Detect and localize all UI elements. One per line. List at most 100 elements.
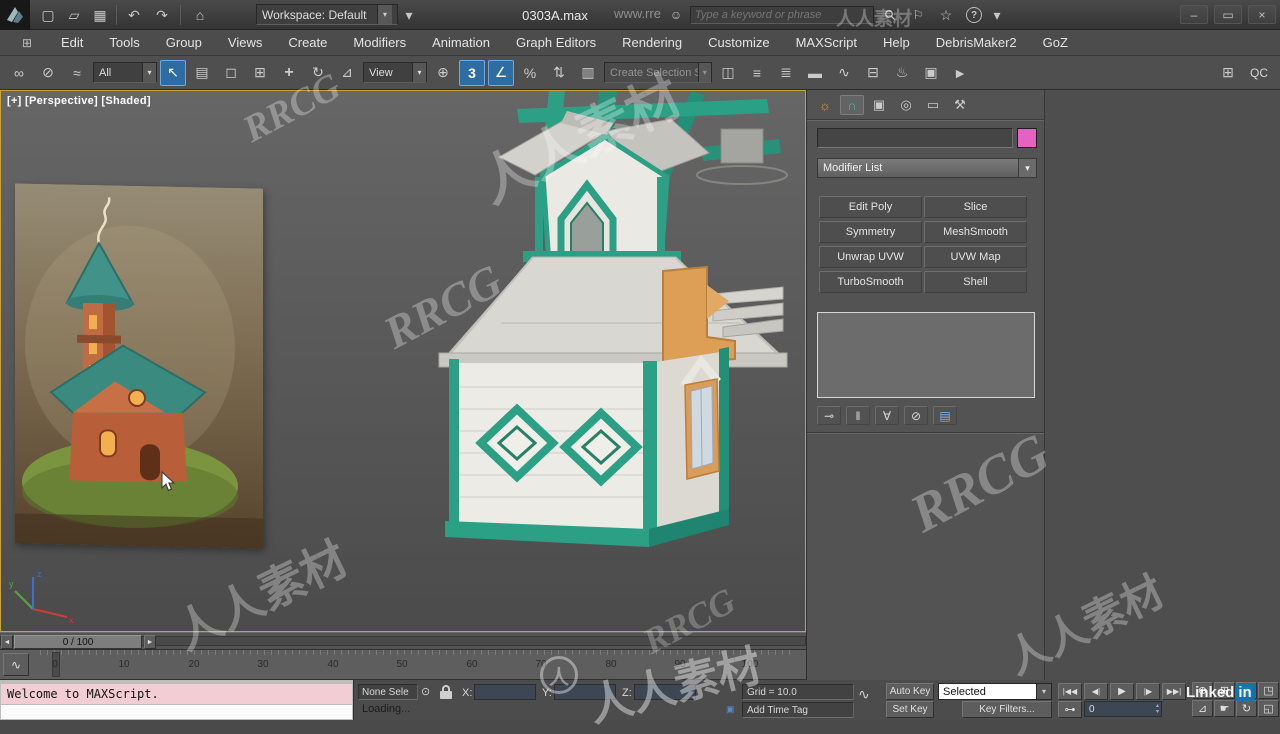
select-and-rotate-icon[interactable]: ↻ [305, 60, 331, 86]
previous-frame-arrow[interactable]: ◄ [1, 635, 13, 649]
pan-icon[interactable]: ☛ [1214, 700, 1235, 717]
chevron-down-icon[interactable]: ▾ [142, 63, 156, 82]
infocenter-flyout-icon[interactable]: ▾ [990, 3, 1004, 27]
go-to-start-button[interactable]: |◀◀ [1058, 683, 1082, 700]
set-key-button[interactable]: Set Key [886, 701, 934, 718]
percent-snap-icon[interactable]: % [517, 60, 543, 86]
key-mode-dropdown[interactable]: Selected ▾ [938, 683, 1052, 700]
layer-manager-icon[interactable]: ≣ [773, 60, 799, 86]
angle-snap-icon[interactable]: ∠ [488, 59, 514, 86]
undo-icon[interactable]: ↶ [122, 3, 146, 27]
menu-help[interactable]: Help [870, 31, 923, 54]
next-frame-arrow[interactable]: ► [144, 635, 156, 649]
orbit-icon[interactable]: ↻ [1236, 700, 1257, 717]
chevron-down-icon[interactable]: ▾ [697, 63, 711, 82]
unlink-selection-icon[interactable]: ⊘ [35, 60, 61, 86]
time-slider[interactable]: ◄ 0 / 100 ► [0, 632, 806, 650]
create-tab-icon[interactable]: ☼ [813, 95, 837, 115]
open-file-icon[interactable]: ▱ [62, 3, 86, 27]
z-coordinate-field[interactable] [634, 684, 696, 700]
search-icon[interactable]: ⚲ [873, 0, 907, 32]
chevron-down-icon[interactable]: ▾ [1036, 684, 1051, 699]
menu-debrismaker2[interactable]: DebrisMaker2 [923, 31, 1030, 54]
toolbar-overflow-icon[interactable]: ⊞ [1215, 60, 1241, 86]
key-filters-button[interactable]: Key Filters... [962, 701, 1052, 718]
minimize-button[interactable]: – [1180, 5, 1208, 24]
new-key-tangent-icon[interactable]: ∿ [858, 686, 870, 703]
menu-group[interactable]: Group [153, 31, 215, 54]
communication-center-icon[interactable]: ⚐ [906, 3, 930, 27]
new-document-icon[interactable]: ▢ [36, 3, 60, 27]
key-mode-toggle-button[interactable]: ⊶ [1058, 701, 1082, 718]
select-and-manipulate-icon[interactable]: ⊕ [430, 60, 456, 86]
show-end-result-icon[interactable]: ‖ [846, 406, 870, 425]
save-icon[interactable]: ▦ [88, 3, 112, 27]
workspace-dropdown[interactable]: Workspace: Default ▾ [256, 4, 398, 25]
schematic-view-icon[interactable]: ⊟ [860, 60, 886, 86]
display-tab-icon[interactable]: ▭ [921, 95, 945, 115]
selection-lock-icon[interactable] [440, 684, 454, 700]
chevron-down-icon[interactable]: ▾ [1018, 159, 1036, 177]
menu-graph-editors[interactable]: Graph Editors [503, 31, 609, 54]
add-time-tag[interactable]: Add Time Tag [742, 702, 854, 718]
listener-output-line[interactable]: Welcome to MAXScript. [1, 684, 352, 704]
y-coordinate-field[interactable] [554, 684, 616, 700]
chevron-down-icon[interactable]: ▾ [412, 63, 426, 82]
close-button[interactable]: × [1248, 5, 1276, 24]
select-and-move-icon[interactable]: + [276, 60, 302, 86]
maximize-viewport-icon[interactable]: ◱ [1258, 700, 1279, 717]
modify-tab-icon[interactable]: ∩ [840, 95, 864, 115]
hierarchy-tab-icon[interactable]: ▣ [867, 95, 891, 115]
menu-rendering[interactable]: Rendering [609, 31, 695, 54]
perspective-viewport[interactable]: [+] [Perspective] [Shaded] x y z [0, 90, 806, 632]
render-production-icon[interactable]: ► [947, 60, 973, 86]
spinner-snap-icon[interactable]: ⇅ [546, 60, 572, 86]
ribbon-toggle-icon[interactable]: ▬ [802, 60, 828, 86]
utilities-tab-icon[interactable]: ⚒ [948, 95, 972, 115]
zoom-icon[interactable]: ⊕ [1192, 682, 1213, 699]
qc-plugin-button[interactable]: QC [1244, 66, 1274, 80]
rendered-frame-window-icon[interactable]: ▣ [918, 60, 944, 86]
select-and-link-icon[interactable]: ∞ [6, 60, 32, 86]
modifier-button-meshsmooth[interactable]: MeshSmooth [924, 221, 1027, 243]
named-selection-sets-icon[interactable]: ▥ [575, 60, 601, 86]
rectangular-selection-region-icon[interactable]: ◻ [218, 60, 244, 86]
zoom-all-icon[interactable]: ⊞ [1214, 682, 1235, 699]
app-menu-icon[interactable]: ⊞ [14, 33, 40, 53]
mirror-icon[interactable]: ◫ [715, 60, 741, 86]
menu-customize[interactable]: Customize [695, 31, 782, 54]
restore-button[interactable]: ▭ [1214, 5, 1242, 24]
object-color-swatch[interactable] [1017, 128, 1037, 148]
modifier-button-uvwmap[interactable]: UVW Map [924, 246, 1027, 268]
pin-stack-icon[interactable]: ⊸ [817, 406, 841, 425]
search-input[interactable] [690, 6, 874, 24]
menu-maxscript[interactable]: MAXScript [783, 31, 870, 54]
remove-modifier-icon[interactable]: ⊘ [904, 406, 928, 425]
modifier-button-shell[interactable]: Shell [924, 271, 1027, 293]
go-to-end-button[interactable]: ▶▶| [1162, 683, 1186, 700]
make-unique-icon[interactable]: ∀ [875, 406, 899, 425]
selection-filter-dropdown[interactable]: All ▾ [93, 62, 157, 83]
render-setup-icon[interactable]: ♨ [889, 60, 915, 86]
isolate-selection-icon[interactable]: ⊙ [421, 685, 430, 698]
modifier-button-slice[interactable]: Slice [924, 196, 1027, 218]
menu-tools[interactable]: Tools [96, 31, 152, 54]
select-object-icon[interactable]: ↖ [160, 59, 186, 86]
select-by-name-icon[interactable]: ▤ [189, 60, 215, 86]
menu-edit[interactable]: Edit [48, 31, 96, 54]
favorites-star-icon[interactable]: ☆ [934, 3, 958, 27]
window-crossing-icon[interactable]: ⊞ [247, 60, 273, 86]
menu-views[interactable]: Views [215, 31, 275, 54]
viewport-label[interactable]: [+] [Perspective] [Shaded] [7, 95, 151, 107]
configure-modifier-sets-icon[interactable]: ▤ [933, 406, 957, 425]
mini-curve-editor-icon[interactable]: ∿ [3, 653, 29, 676]
time-slider-handle[interactable]: 0 / 100 [14, 635, 142, 649]
select-and-scale-icon[interactable]: ⊿ [334, 60, 360, 86]
play-button[interactable]: ▶ [1110, 683, 1134, 700]
menu-animation[interactable]: Animation [419, 31, 503, 54]
next-frame-button[interactable]: |▶ [1136, 683, 1160, 700]
current-frame-field[interactable]: 0 ▴ ▾ [1084, 701, 1162, 717]
frame-spinner[interactable]: ▴ ▾ [1156, 703, 1161, 715]
reference-coordinate-dropdown[interactable]: View ▾ [363, 62, 427, 83]
field-of-view-icon[interactable]: ⊿ [1192, 700, 1213, 717]
